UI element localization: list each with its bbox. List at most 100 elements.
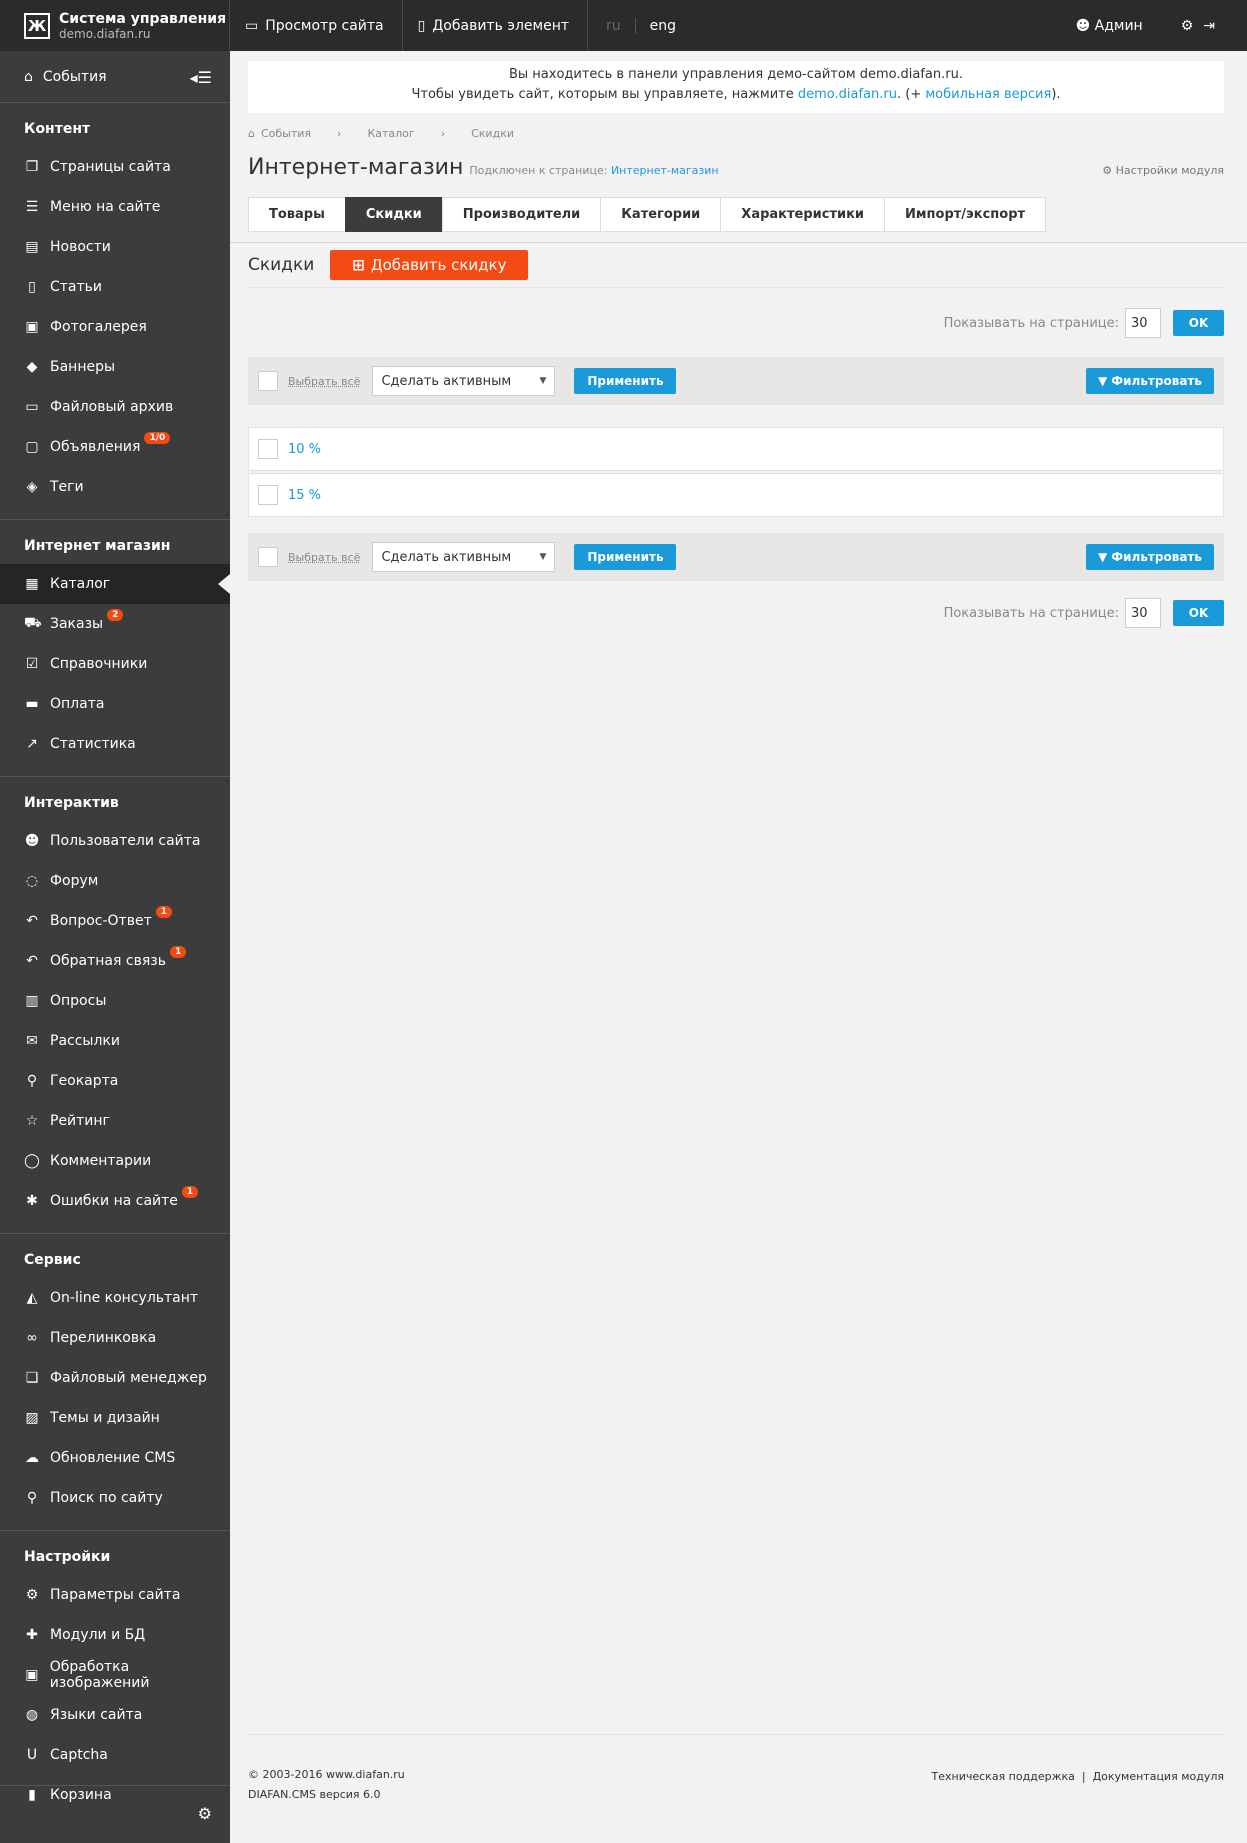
discount-link[interactable]: 10 % [288,442,321,457]
sidebar-item-label: Опросы [50,993,107,1009]
plus-square-icon: ⊞ [352,255,365,274]
select-all-link[interactable]: Выбрать всё [288,375,360,388]
notice-line1: Вы находитесь в панели управления демо-с… [508,67,963,82]
sidebar-item[interactable]: ❏ Файловый менеджер [0,1358,230,1398]
check-icon: ☑ [25,656,39,672]
sidebar-item[interactable]: ▣ Фотогалерея [0,307,230,347]
news-icon: ▤ [25,239,39,255]
view-site-button[interactable]: ▭ Просмотр сайта [230,0,403,51]
sidebar-item[interactable]: ◭ On-line консультант [0,1278,230,1318]
sidebar-item[interactable]: ☑ Справочники [0,644,230,684]
sidebar-item[interactable]: ↶ Обратная связь 1 [0,941,230,981]
sidebar-item[interactable]: ❐ Страницы сайта [0,147,230,187]
select-all-link[interactable]: Выбрать всё [288,551,360,564]
lang-eng[interactable]: eng [636,18,690,34]
select-all-checkbox[interactable] [258,547,278,567]
breadcrumb-item[interactable]: Каталог [367,127,414,140]
design-icon: ▨ [25,1410,39,1426]
pages-icon: ❐ [25,159,39,175]
connected-page-link[interactable]: Интернет-магазин [611,164,719,177]
add-element-button[interactable]: ▯ Добавить элемент [403,0,589,51]
group-action-select[interactable]: Сделать активным ▼ [372,366,556,396]
sidebar-item[interactable]: ◯ Комментарии [0,1141,230,1181]
footer: © 2003-2016 www.diafan.ru DIAFAN.CMS вер… [248,1734,1224,1805]
gear-icon: ⚙ [1102,164,1113,177]
tab-discounts[interactable]: Скидки [344,197,442,232]
sidebar-item[interactable]: ▨ Темы и дизайн [0,1398,230,1438]
site-link[interactable]: demo.diafan.ru [798,87,897,102]
sidebar-item-label: Обратная связь [50,953,166,969]
apply-button[interactable]: Применить [574,544,677,570]
breadcrumb-item: Скидки [471,126,514,140]
sidebar-item-label: Теги [50,479,84,495]
notice-text: Чтобы увидеть сайт, которым вы управляет… [411,87,794,102]
sidebar-item[interactable]: ⛟ Заказы 2 [0,604,230,644]
mobile-version-link[interactable]: мобильная версия [925,87,1051,102]
sidebar-item[interactable]: ▭ Файловый архив [0,387,230,427]
sidebar-item[interactable]: ∞ Перелинковка [0,1318,230,1358]
sidebar-item[interactable]: ◍ Языки сайта [0,1695,230,1735]
sidebar-item[interactable]: ☰ Меню на сайте [0,187,230,227]
sidebar-item[interactable]: ✉ Рассылки [0,1021,230,1061]
sidebar-item[interactable]: ✱ Ошибки на сайте 1 [0,1181,230,1221]
breadcrumb-item[interactable]: События [261,127,311,140]
sidebar-item[interactable]: ✚ Модули и БД [0,1615,230,1655]
group-action-select[interactable]: Сделать активным ▼ [372,542,556,572]
sidebar-item[interactable]: ▤ Новости [0,227,230,267]
sidebar-item[interactable]: ▬ Оплата [0,684,230,724]
sidebar-item[interactable]: ▣ Обработка изображений [0,1655,230,1695]
filter-button[interactable]: ▼ Фильтровать [1086,544,1214,570]
sidebar-item[interactable]: ▢ Объявления 1/0 [0,427,230,467]
sidebar-item[interactable]: ⚲ Геокарта [0,1061,230,1101]
sidebar-item[interactable]: ☁ Обновление CMS [0,1438,230,1478]
sidebar-item-events[interactable]: ⌂ События ◂☰ [0,51,230,103]
sidebar-item[interactable]: ◆ Баннеры [0,347,230,387]
logout-icon[interactable]: ⇥ [1203,18,1225,34]
sidebar-item[interactable]: ☆ Рейтинг [0,1101,230,1141]
sidebar-item[interactable]: ▯ Статьи [0,267,230,307]
per-page-input[interactable] [1125,598,1161,628]
sidebar-item-label: Файловый архив [50,399,174,415]
select-all-checkbox[interactable] [258,371,278,391]
sidebar-group-title: Интернет магазин [24,538,171,554]
docs-link[interactable]: Документация модуля [1093,1770,1224,1783]
lang-ru[interactable]: ru [592,17,636,34]
brand[interactable]: Ж Система управления demo.diafan.ru [0,0,230,51]
sidebar-item[interactable]: ◈ Теги [0,467,230,507]
per-page-ok-button[interactable]: OK [1173,310,1224,336]
settings-icon[interactable]: ⚙ [1181,18,1204,34]
tab-products[interactable]: Товары [248,197,345,232]
tab-categories[interactable]: Категории [600,197,721,232]
add-discount-button[interactable]: ⊞ Добавить скидку [330,249,529,280]
tab-manufacturers[interactable]: Производители [441,197,601,232]
captcha-icon: U [26,1747,38,1763]
notification-badge: 1 [181,1186,199,1198]
row-checkbox[interactable] [258,439,278,459]
user-menu[interactable]: ☻ Админ [1076,18,1181,34]
support-link[interactable]: Техническая поддержка [932,1770,1075,1783]
filter-label: Фильтровать [1111,550,1202,564]
sidebar-item[interactable]: ▦ Каталог [0,564,230,604]
sidebar-item[interactable]: ↗ Статистика [0,724,230,764]
sidebar-item[interactable]: ☻ Пользователи сайта [0,821,230,861]
sidebar-item[interactable]: ⚲ Поиск по сайту [0,1478,230,1518]
tab-import-export[interactable]: Импорт/экспорт [884,197,1047,232]
per-page-ok-button[interactable]: OK [1173,600,1224,626]
collapse-sidebar-icon[interactable]: ◂☰ [190,68,212,87]
row-checkbox[interactable] [258,485,278,505]
discount-link[interactable]: 15 % [288,488,321,503]
sidebar-item-label: Каталог [50,576,111,592]
sidebar-item[interactable]: ◌ Форум [0,861,230,901]
sidebar-item[interactable]: ▥ Опросы [0,981,230,1021]
cogs-icon: ⚙ [25,1587,39,1603]
sidebar-item[interactable]: U Captcha [0,1735,230,1775]
module-settings-link[interactable]: ⚙ Настройки модуля [1102,164,1224,177]
per-page-input[interactable] [1125,308,1161,338]
filter-button[interactable]: ▼ Фильтровать [1086,368,1214,394]
sidebar-item[interactable]: ↶ Вопрос-Ответ 1 [0,901,230,941]
sidebar-item[interactable]: ⚙ Параметры сайта [0,1575,230,1615]
tab-characteristics[interactable]: Характеристики [720,197,885,232]
apply-button[interactable]: Применить [574,368,677,394]
gear-icon[interactable]: ⚙ [198,1804,212,1823]
module-tabs: Товары Скидки Производители Категории Ха… [248,197,1224,232]
